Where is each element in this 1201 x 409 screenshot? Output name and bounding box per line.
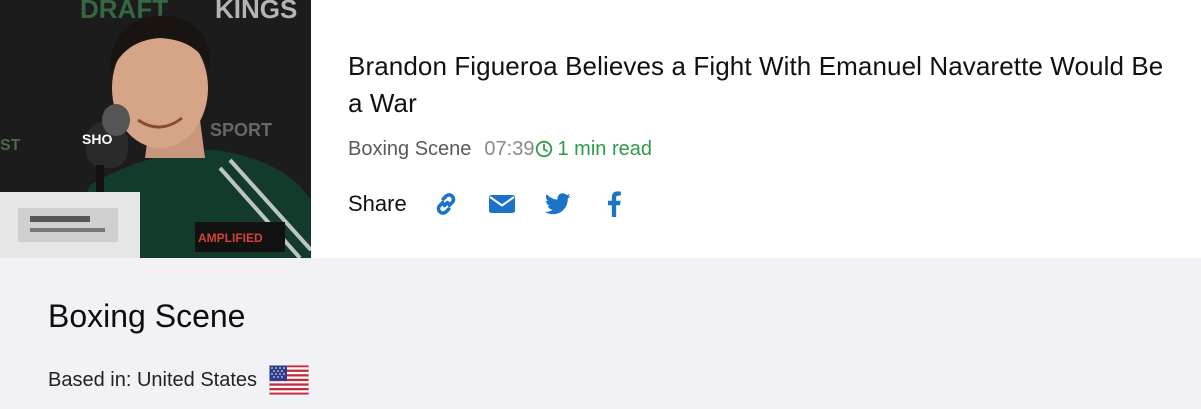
article-thumbnail[interactable]: DRAFT KINGS SPORT ST AMPLIFIED SHO (0, 0, 311, 258)
twitter-share-button[interactable] (539, 186, 577, 222)
article-time: 07:39 (484, 137, 535, 160)
svg-text:AMPLIFIED: AMPLIFIED (198, 231, 263, 245)
article-meta: Boxing Scene 07:39 1 min read (348, 136, 652, 162)
svg-text:SHO: SHO (82, 131, 112, 147)
article-source[interactable]: Boxing Scene (348, 138, 471, 161)
link-icon (436, 193, 455, 215)
envelope-icon (488, 195, 515, 213)
based-in: Based in: United States (48, 364, 310, 396)
copy-link-button[interactable] (427, 186, 465, 222)
clock-icon (536, 140, 553, 158)
article-card: DRAFT KINGS SPORT ST AMPLIFIED SHO Brand… (0, 0, 1201, 258)
share-label: Share (348, 191, 407, 216)
share-bar: Share (348, 186, 651, 222)
us-flag-icon (269, 365, 310, 395)
facebook-icon (607, 191, 621, 217)
read-time: 1 min read (534, 138, 652, 161)
source-title[interactable]: Boxing Scene (48, 296, 245, 336)
article-headline[interactable]: Brandon Figueroa Believes a Fight With E… (348, 48, 1178, 122)
svg-text:KINGS: KINGS (215, 0, 297, 24)
svg-text:SPORT: SPORT (210, 120, 272, 140)
twitter-icon (544, 193, 571, 215)
based-in-label: Based in: United States (48, 368, 258, 391)
read-time-label: 1 min read (557, 137, 652, 160)
facebook-share-button[interactable] (595, 186, 633, 222)
svg-text:ST: ST (0, 137, 21, 154)
email-share-button[interactable] (483, 186, 521, 222)
